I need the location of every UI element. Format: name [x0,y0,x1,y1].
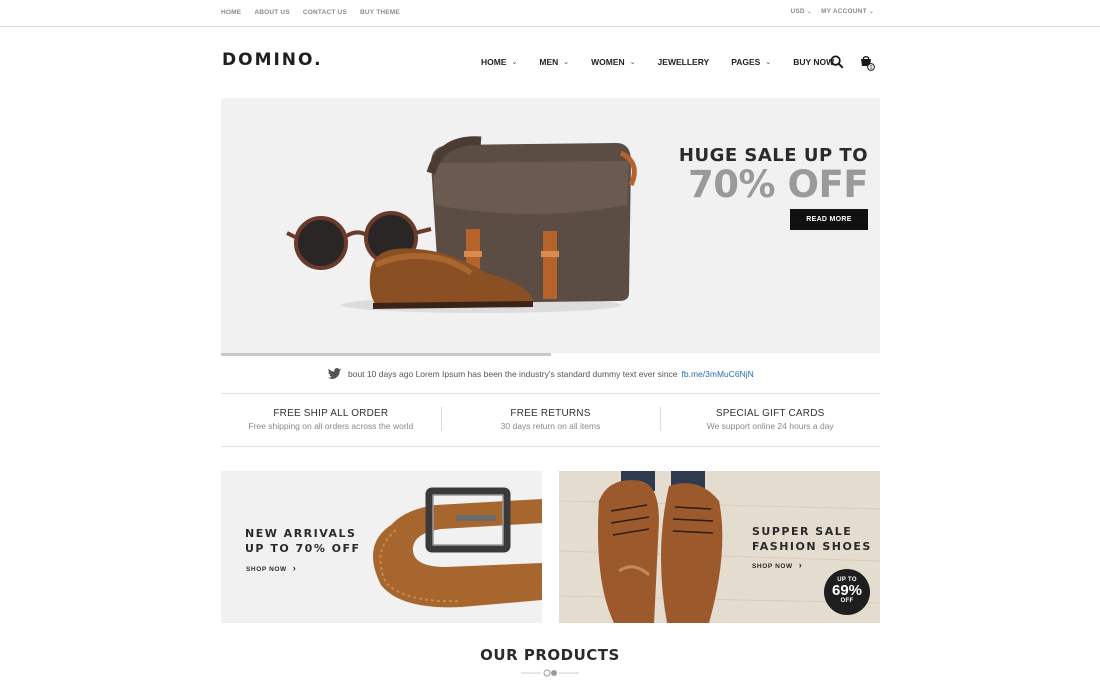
top-link-home[interactable]: HOME [221,9,241,16]
nav-item-men[interactable]: MEN ⌄ [539,57,569,67]
section-title: OUR PRODUCTS [480,646,620,664]
nav-item-home[interactable]: HOME ⌄ [481,57,517,67]
promo-line2: FASHION SHOES [752,540,872,553]
main-nav: HOME ⌄ MEN ⌄ WOMEN ⌄ JEWELLERY PAGES ⌄ BUY N… [481,57,856,67]
chevron-down-icon: ⌄ [563,59,570,66]
shop-now-link[interactable]: SHOP NOW › [246,563,296,573]
top-link-contact[interactable]: CONTACT US [303,9,347,16]
feature-subtitle: Free shipping on all orders across the w… [248,421,414,431]
top-links: HOME ABOUT US CONTACT US BUY THEME [221,9,413,16]
nav-item-jewellery[interactable]: JEWELLERY [658,57,710,67]
nav-label: WOMEN [591,57,625,67]
nav-label: JEWELLERY [657,57,710,67]
feature-free-ship: FREE SHIP ALL ORDER Free shipping on all… [221,400,441,440]
chevron-right-icon: › [798,560,803,570]
read-more-button[interactable]: READ MORE [790,209,868,230]
slider-progress-track [221,353,880,356]
divider [221,393,880,394]
shop-now-link[interactable]: SHOP NOW › [752,560,802,570]
chevron-down-icon: ⌄ [806,9,813,15]
cart-icon-svg: 0 [861,56,875,71]
tweet-text: bout 10 days ago Lorem Ipsum has been th… [348,369,678,379]
currency-label: USD [790,8,805,15]
search-icon-svg [830,55,844,69]
feature-subtitle: We support online 24 hours a day [706,421,834,431]
belt-image [373,487,542,608]
chevron-down-icon: ⌄ [511,59,518,66]
tweet-ticker: bout 10 days ago Lorem Ipsum has been th… [327,368,754,380]
chevron-down-icon: ⌄ [765,59,772,66]
cart-count: 0 [870,65,873,71]
badge-bottom: OFF [840,598,854,604]
chevron-down-icon: ⌄ [868,9,874,15]
chevron-down-icon: ⌄ [629,59,636,66]
nav-item-women[interactable]: WOMEN ⌄ [591,57,635,67]
features-bar: FREE SHIP ALL ORDER Free shipping on all… [221,400,880,440]
search-icon[interactable] [830,55,844,69]
slider-progress-fill [221,353,551,356]
hero-product-image [286,136,637,313]
feature-title: FREE SHIP ALL ORDER [273,408,389,419]
shop-now-label: SHOP NOW [246,566,287,573]
nav-label: BUY NOW [793,57,835,67]
promo-line2: UP TO 70% OFF [245,542,361,555]
promo-line1: SUPPER SALE [752,525,853,538]
cart-icon[interactable]: 0 [859,55,875,71]
feature-title: FREE RETURNS [510,408,591,419]
tweet-link[interactable]: fb.me/3mMuC6NjN [682,369,754,379]
feature-subtitle: 30 days return on all items [500,421,601,431]
promo-supper-sale[interactable]: SUPPER SALE FASHION SHOES SHOP NOW › UP T… [559,471,880,623]
section-divider-dots [521,669,579,677]
nav-item-buy-now[interactable]: BUY NOW [793,57,834,67]
twitter-icon [327,368,342,379]
promo-title: NEW ARRIVALS UP TO 70% OFF [245,526,361,556]
nav-label: PAGES [731,57,761,67]
divider [221,446,880,447]
top-bar: HOME ABOUT US CONTACT US BUY THEME USD ⌄ … [0,0,1100,27]
promo-line1: NEW ARRIVALS [245,527,357,540]
promo-title: SUPPER SALE FASHION SHOES [752,524,872,554]
feature-gift-cards: SPECIAL GIFT CARDS We support online 24 … [660,400,880,440]
chevron-right-icon: › [292,563,297,573]
nav-label: MEN [539,57,559,67]
nav-label: HOME [481,57,507,67]
currency-selector[interactable]: USD ⌄ [791,8,813,15]
hero-slider: HUGE SALE UP TO 70% OFF READ MORE [221,98,880,355]
discount-badge: UP TO 69% OFF [824,569,870,615]
account-menu[interactable]: MY ACCOUNT ⌄ [821,8,874,15]
top-link-buy-theme[interactable]: BUY THEME [360,9,400,16]
site-logo[interactable]: DOMINO. [222,50,323,70]
feature-title: SPECIAL GIFT CARDS [715,408,825,419]
top-right-menus: USD ⌄ MY ACCOUNT ⌄ [791,8,875,15]
promo-new-arrivals[interactable]: NEW ARRIVALS UP TO 70% OFF SHOP NOW › [221,471,542,623]
hero-highlight: 70% OFF [688,163,868,206]
account-label: MY ACCOUNT [821,8,867,15]
top-link-about[interactable]: ABOUT US [254,9,290,16]
shop-now-label: SHOP NOW [752,563,793,570]
feature-free-returns: FREE RETURNS 30 days return on all items [440,400,661,440]
nav-item-pages[interactable]: PAGES ⌄ [731,57,771,67]
badge-value: 69% [831,582,863,599]
